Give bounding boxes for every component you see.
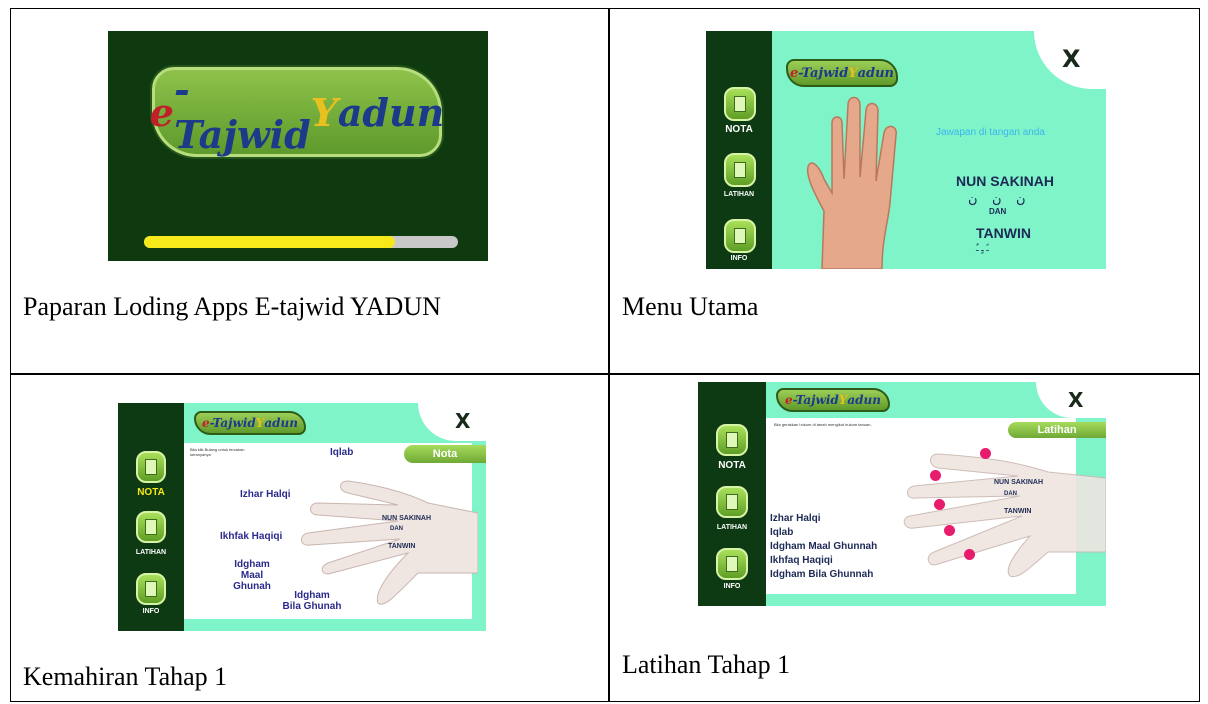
latihan-label: LATIHAN <box>723 191 755 198</box>
finger-label-iqlab[interactable]: Iqlab <box>330 447 353 458</box>
latihan-icon[interactable] <box>136 511 166 543</box>
caption-loading: Paparan Loding Apps E-tajwid YADUN <box>23 292 441 321</box>
menu-subtitle: Jawapan di tangan anda <box>936 127 1045 138</box>
tanwin-label: TANWIN <box>976 225 1031 241</box>
caption-kemahiran: Kemahiran Tahap 1 <box>23 662 228 691</box>
nota-icon[interactable] <box>716 424 748 456</box>
close-icon[interactable]: X <box>455 409 470 433</box>
logo-adun: adun <box>337 89 445 135</box>
answer-item-idgham-bila-ghunnah[interactable]: Idgham Bila Ghunnah <box>770 568 877 582</box>
instruction-text: Bila klik Bulang untuk tercakan seranyan… <box>190 447 245 457</box>
info-label: INFO <box>730 255 748 262</box>
sidebar: NOTA LATIHAN INFO <box>706 31 772 269</box>
logo-y: Y <box>310 89 338 135</box>
nun-sakinah-label: NUN SAKINAH <box>956 173 1054 189</box>
finger-target-2[interactable] <box>930 470 941 481</box>
sidebar: NOTA LATIHAN INFO <box>698 382 766 606</box>
loading-screen-image: e -Tajwid Y adun <box>108 31 488 261</box>
nota-icon[interactable] <box>724 87 756 121</box>
loading-progress-bar <box>144 236 458 248</box>
finger-label-idgham-bila-ghunah[interactable]: Idgham Bila Ghunah <box>274 590 350 612</box>
dan-label: DAN <box>989 207 1007 216</box>
sidebar: NOTA LATIHAN INFO <box>118 403 184 631</box>
instruction-text: Bila gerakkan hukum di tanah mengikut hu… <box>774 422 872 427</box>
app-logo: e -Tajwid Y adun <box>149 67 445 157</box>
latihan-label: LATIHAN <box>135 549 167 556</box>
close-corner <box>418 403 486 441</box>
answer-item-ikhfaq-haqiqi[interactable]: Ikhfaq Haqiqi <box>770 554 877 568</box>
loading-progress-fill <box>144 236 396 248</box>
nota-label: NOTA <box>725 124 753 135</box>
nota-screen-image: NOTA LATIHAN INFO e -Tajwid Yadun X Nota … <box>118 403 486 631</box>
nun-sakinah-label: NUN SAKINAH <box>994 479 1043 486</box>
logo-e: e <box>149 89 174 135</box>
latihan-label: LATIHAN <box>716 524 748 531</box>
info-icon[interactable] <box>716 548 748 580</box>
latihan-icon[interactable] <box>716 486 748 518</box>
app-logo: e -Tajwid Yadun <box>776 388 890 412</box>
dan-label: DAN <box>390 526 403 532</box>
app-logo: e -Tajwid Yadun <box>194 411 306 435</box>
finger-label-idgham-maal-ghunah[interactable]: Idgham Maal Ghunah <box>222 559 282 592</box>
answer-item-izhar-halqi[interactable]: Izhar Halqi <box>770 512 877 526</box>
app-logo: e -Tajwid Yadun <box>786 59 898 87</box>
menu-screen-image: NOTA LATIHAN INFO e -Tajwid Yadun X Jawap… <box>706 31 1106 269</box>
dan-label: DAN <box>1004 491 1017 497</box>
tanwin-arabic: ـً ـٍ ـٌ <box>976 243 989 253</box>
logo-tajwid: -Tajwid <box>173 67 311 157</box>
row-divider <box>11 373 1199 375</box>
answer-list: Izhar Halqi Iqlab Idgham Maal Ghunnah Ik… <box>770 512 877 582</box>
info-label: INFO <box>723 583 741 590</box>
nota-label: NOTA <box>718 460 746 471</box>
finger-target-3[interactable] <box>934 499 945 510</box>
finger-label-ikhfak-haqiqi[interactable]: Ikhfak Haqiqi <box>220 531 282 542</box>
hand-image <box>903 453 1106 578</box>
nun-sakinah-label: NUN SAKINAH <box>382 515 431 522</box>
finger-target-4[interactable] <box>944 525 955 536</box>
hand-image <box>806 96 897 269</box>
close-icon[interactable]: X <box>1068 388 1083 412</box>
caption-menu: Menu Utama <box>622 292 759 321</box>
nota-icon[interactable] <box>136 451 166 483</box>
nota-tab: Nota <box>404 445 486 463</box>
tanwin-label: TANWIN <box>1004 508 1032 515</box>
info-icon[interactable] <box>724 219 756 253</box>
latihan-tab: Latihan <box>1008 422 1106 438</box>
column-divider <box>608 9 610 701</box>
caption-latihan: Latihan Tahap 1 <box>622 650 791 679</box>
latihan-screen-image: NOTA LATIHAN INFO e -Tajwid Yadun X Latih… <box>698 382 1106 606</box>
info-icon[interactable] <box>136 573 166 605</box>
finger-label-izhar-halqi[interactable]: Izhar Halqi <box>240 489 291 500</box>
info-label: INFO <box>142 608 160 615</box>
latihan-icon[interactable] <box>724 153 756 187</box>
nun-sakinah-arabic: ن ن ن <box>968 191 1026 206</box>
answer-item-idgham-maal-ghunnah[interactable]: Idgham Maal Ghunnah <box>770 540 877 554</box>
close-icon[interactable]: X <box>1062 45 1081 73</box>
answer-item-iqlab[interactable]: Iqlab <box>770 526 877 540</box>
finger-target-1[interactable] <box>980 448 991 459</box>
nota-label: NOTA <box>137 487 165 498</box>
finger-target-5[interactable] <box>964 549 975 560</box>
tanwin-label: TANWIN <box>388 543 416 550</box>
